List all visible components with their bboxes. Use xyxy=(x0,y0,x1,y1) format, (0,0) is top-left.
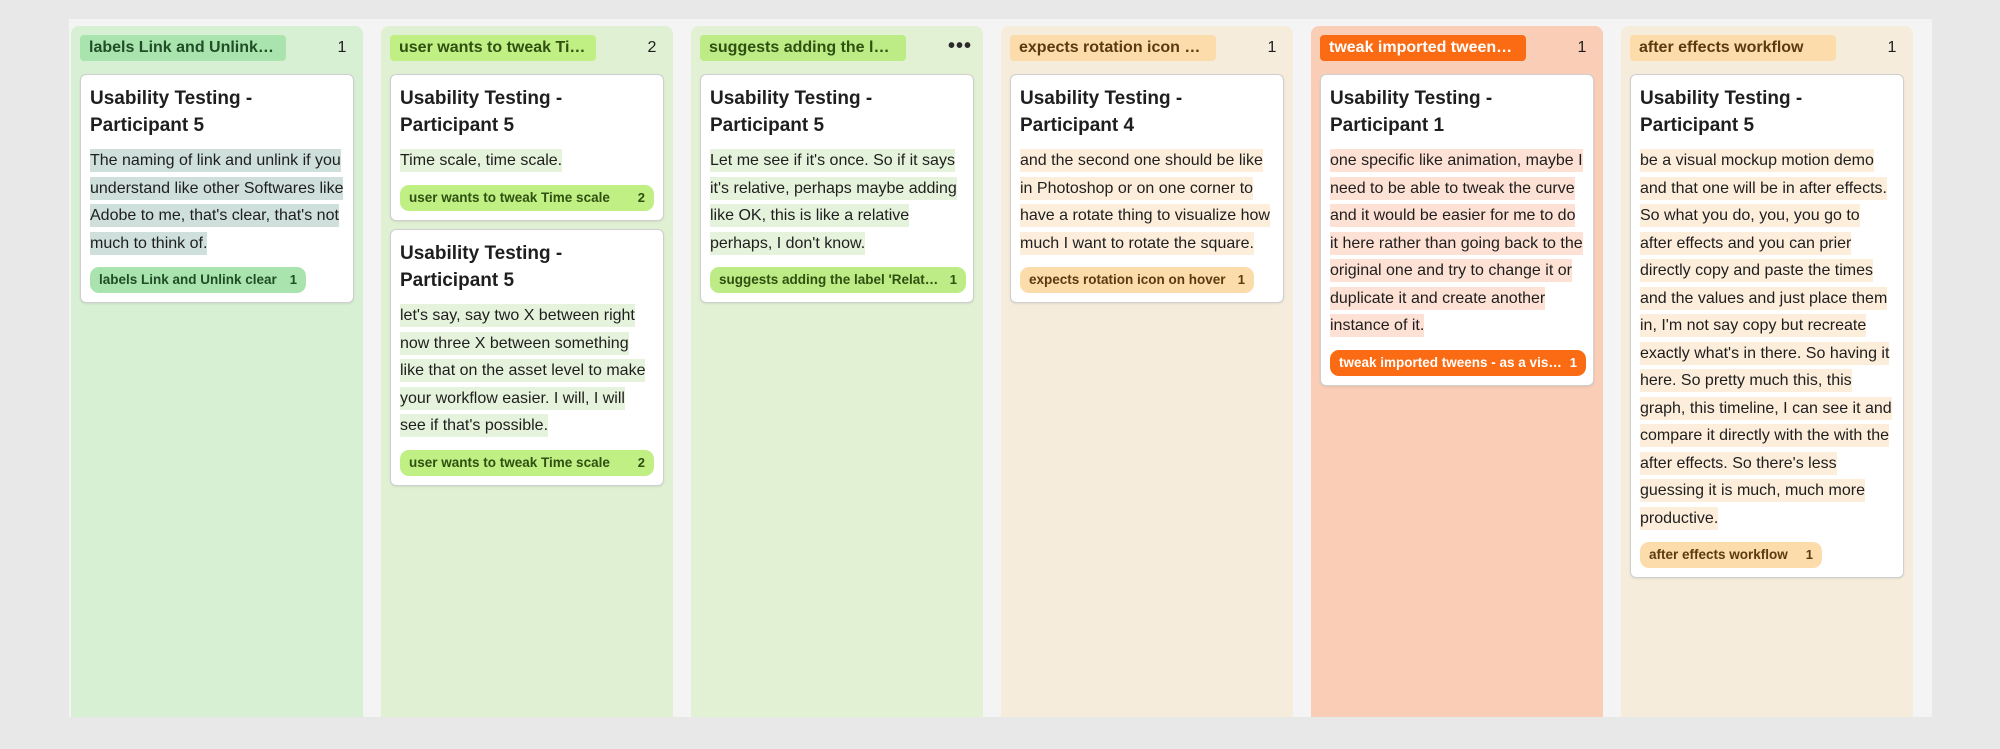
tag-count: 1 xyxy=(1237,272,1245,287)
card-quote: one specific like animation, maybe I nee… xyxy=(1330,149,1583,337)
card-body: The naming of link and unlink if you und… xyxy=(90,147,344,257)
card-tag[interactable]: user wants to tweak Time scale 2 xyxy=(400,449,654,476)
column-header: after effects workflow 1 xyxy=(1630,35,1904,61)
column-title[interactable]: suggests adding the label 'Relative' xyxy=(700,35,906,61)
tag-count: 1 xyxy=(1569,354,1577,370)
column-header: expects rotation icon on hover 1 xyxy=(1010,35,1284,61)
column-header: user wants to tweak Time scale 2 xyxy=(390,35,664,61)
tag-count: 1 xyxy=(949,272,957,287)
card-title: Usability Testing - Participant 1 xyxy=(1330,88,1493,136)
column-count: 1 xyxy=(1887,39,1897,56)
card-body: and the second one should be like in Pho… xyxy=(1020,147,1274,257)
tag-label: expects rotation icon on hover xyxy=(1029,272,1226,287)
sticky-card[interactable]: Usability Testing - Participant 5 be a v… xyxy=(1630,74,1904,578)
sticky-card[interactable]: Usability Testing - Participant 5 let's … xyxy=(390,229,664,486)
column-labels-link-unlink: labels Link and Unlink clear 1 Usability… xyxy=(71,26,363,717)
sticky-card[interactable]: Usability Testing - Participant 5 The na… xyxy=(80,74,354,303)
card-title: Usability Testing - Participant 5 xyxy=(400,243,563,291)
tag-label: labels Link and Unlink clear xyxy=(99,272,277,287)
card-quote: Let me see if it's once. So if it says i… xyxy=(710,149,957,255)
column-title[interactable]: labels Link and Unlink clear xyxy=(80,35,286,61)
card-tag[interactable]: after effects workflow 1 xyxy=(1640,542,1822,568)
sticky-card[interactable]: Usability Testing - Participant 5 Time s… xyxy=(390,74,664,221)
column-title[interactable]: user wants to tweak Time scale xyxy=(390,35,596,61)
column-count: 2 xyxy=(647,39,657,56)
column-header: suggests adding the label 'Relative' ••• xyxy=(700,35,974,61)
tag-count: 2 xyxy=(637,454,645,470)
tag-label: user wants to tweak Time scale xyxy=(409,454,610,470)
column-rotation-icon: expects rotation icon on hover 1 Usabili… xyxy=(1001,26,1293,717)
card-body: be a visual mockup motion demo and that … xyxy=(1640,147,1894,532)
column-title[interactable]: expects rotation icon on hover xyxy=(1010,35,1216,61)
card-tag[interactable]: user wants to tweak Time scale 2 xyxy=(400,184,654,211)
column-tweak-imported-tweens: tweak imported tweens - as a visual mock… xyxy=(1311,26,1603,717)
tag-label: suggests adding the label 'Relative' xyxy=(719,272,947,287)
tag-label: tweak imported tweens - as a visual mock… xyxy=(1339,354,1586,370)
card-tag[interactable]: expects rotation icon on hover 1 xyxy=(1020,267,1254,293)
column-header: tweak imported tweens - as a visual mock… xyxy=(1320,35,1594,61)
sticky-card[interactable]: Usability Testing - Participant 5 Let me… xyxy=(700,74,974,303)
column-relative-label: suggests adding the label 'Relative' •••… xyxy=(691,26,983,717)
card-title: Usability Testing - Participant 5 xyxy=(710,88,873,136)
sticky-card[interactable]: Usability Testing - Participant 1 one sp… xyxy=(1320,74,1594,386)
tag-count: 2 xyxy=(637,189,645,205)
tag-count: 1 xyxy=(1805,547,1813,562)
column-after-effects-workflow: after effects workflow 1 Usability Testi… xyxy=(1621,26,1913,717)
card-tag[interactable]: labels Link and Unlink clear 1 xyxy=(90,267,306,293)
tag-label: after effects workflow xyxy=(1649,547,1788,562)
card-quote: The naming of link and unlink if you und… xyxy=(90,149,344,255)
tag-count: 1 xyxy=(289,272,297,287)
column-count: 1 xyxy=(1267,39,1277,56)
card-body: let's say, say two X between right now t… xyxy=(400,302,654,440)
column-header: labels Link and Unlink clear 1 xyxy=(80,35,354,61)
card-body: Let me see if it's once. So if it says i… xyxy=(710,147,964,257)
card-title: Usability Testing - Participant 5 xyxy=(90,88,253,136)
card-quote: Time scale, time scale. xyxy=(400,149,563,172)
more-horizontal-icon[interactable]: ••• xyxy=(946,35,974,61)
card-tag[interactable]: tweak imported tweens - as a visual mock… xyxy=(1330,349,1586,376)
column-count: 1 xyxy=(1577,39,1587,56)
column-tweak-time-scale: user wants to tweak Time scale 2 Usabili… xyxy=(381,26,673,717)
card-title: Usability Testing - Participant 5 xyxy=(400,88,563,136)
card-body: Time scale, time scale. xyxy=(400,147,654,175)
tag-label: user wants to tweak Time scale xyxy=(409,189,610,205)
card-quote: let's say, say two X between right now t… xyxy=(400,304,646,437)
column-title[interactable]: after effects workflow xyxy=(1630,35,1836,61)
card-quote: and the second one should be like in Pho… xyxy=(1020,149,1270,255)
card-quote: be a visual mockup motion demo and that … xyxy=(1640,149,1892,530)
column-count: 1 xyxy=(337,39,347,56)
card-body: one specific like animation, maybe I nee… xyxy=(1330,147,1584,340)
card-title: Usability Testing - Participant 4 xyxy=(1020,88,1183,136)
card-title: Usability Testing - Participant 5 xyxy=(1640,88,1803,136)
board: labels Link and Unlink clear 1 Usability… xyxy=(69,19,1932,717)
column-title[interactable]: tweak imported tweens - as a visual mock… xyxy=(1320,35,1526,61)
sticky-card[interactable]: Usability Testing - Participant 4 and th… xyxy=(1010,74,1284,303)
card-tag[interactable]: suggests adding the label 'Relative' 1 xyxy=(710,267,966,293)
